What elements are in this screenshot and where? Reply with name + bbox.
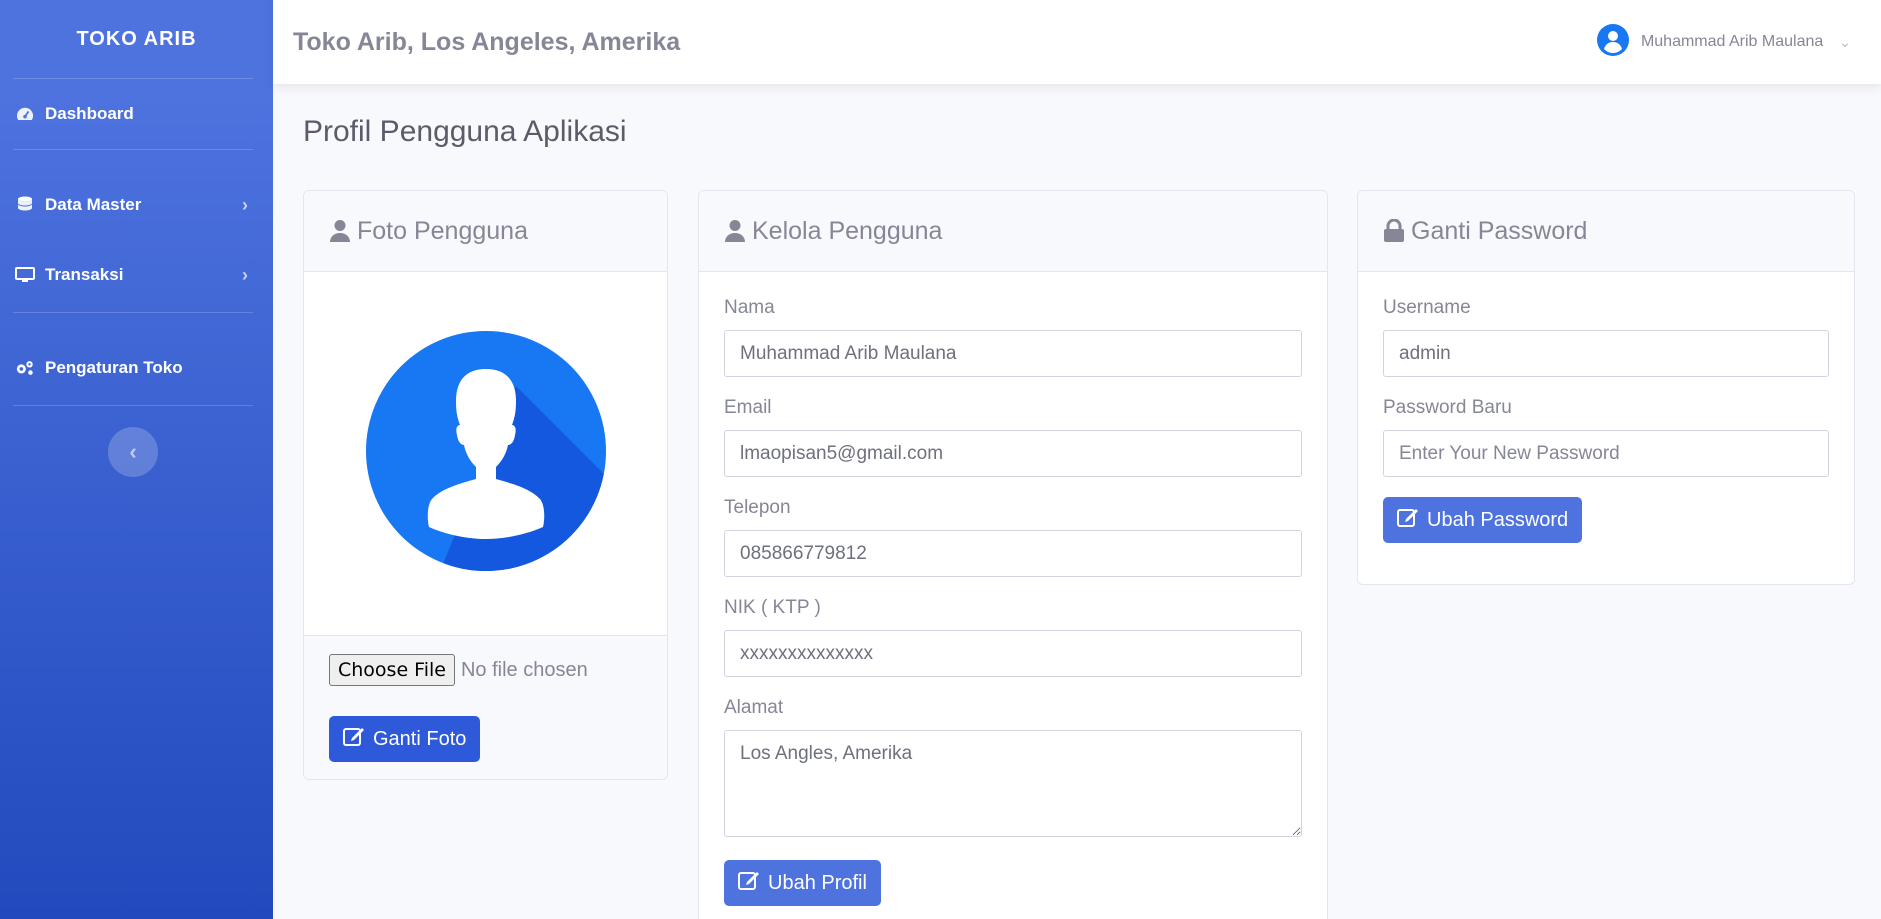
- alamat-textarea[interactable]: Los Angles, Amerika: [724, 730, 1302, 837]
- password-baru-label: Password Baru: [1383, 397, 1512, 418]
- user-dropdown[interactable]: Muhammad Arib Maulana ⌄: [1596, 23, 1851, 61]
- ubah-password-button[interactable]: Ubah Password: [1383, 497, 1583, 543]
- sidebar-item-dashboard[interactable]: Dashboard: [0, 79, 273, 149]
- chevron-down-icon: ⌄: [1839, 33, 1851, 50]
- email-input[interactable]: [724, 430, 1302, 477]
- sidebar-item-label: Data Master: [45, 195, 142, 214]
- username-label: Username: [1383, 297, 1471, 318]
- username-input[interactable]: [1383, 330, 1829, 377]
- sidebar-brand[interactable]: TOKO ARIB: [0, 0, 273, 78]
- nik-input[interactable]: [724, 630, 1302, 677]
- desktop-icon: [15, 265, 35, 285]
- file-input[interactable]: Choose File No file chosen: [329, 654, 642, 686]
- kelola-form: Nama Email Telepon NIK ( KTP ) Alamat Lo…: [699, 272, 1327, 919]
- user-avatar-image: [365, 331, 606, 576]
- cogs-icon: [15, 358, 35, 378]
- ubah-profil-button[interactable]: Ubah Profil: [724, 860, 881, 906]
- button-label: Ubah Profil: [768, 871, 867, 894]
- ganti-password-card: Ganti Password Username Password Baru Ub…: [1357, 190, 1855, 585]
- sidebar-item-label: Transaksi: [45, 265, 124, 284]
- edit-icon: [1397, 506, 1419, 534]
- alamat-label: Alamat: [724, 697, 784, 718]
- edit-icon: [738, 869, 760, 897]
- page-title: Profil Pengguna Aplikasi: [303, 115, 627, 148]
- sidebar-item-transaksi[interactable]: Transaksi ›: [0, 240, 273, 310]
- tachometer-icon: [15, 104, 35, 124]
- sidebar-item-label: Dashboard: [45, 104, 134, 123]
- sidebar-item-pengaturan-toko[interactable]: Pengaturan Toko: [0, 333, 273, 403]
- store-name: Toko Arib, Los Angeles, Amerika: [293, 27, 681, 56]
- telepon-input[interactable]: [724, 530, 1302, 577]
- card-header: Foto Pengguna: [304, 191, 667, 272]
- topbar: Toko Arib, Los Angeles, Amerika Muhammad…: [273, 0, 1881, 84]
- nama-label: Nama: [724, 297, 775, 318]
- password-form: Username Password Baru Ubah Password: [1358, 272, 1854, 568]
- telepon-label: Telepon: [724, 497, 791, 518]
- sidebar-item-label: Pengaturan Toko: [45, 358, 183, 377]
- card-title: Foto Pengguna: [357, 216, 528, 245]
- user-icon: [329, 219, 351, 243]
- password-baru-input[interactable]: [1383, 430, 1829, 477]
- button-label: Ganti Foto: [373, 727, 467, 750]
- chevron-right-icon: ›: [242, 194, 248, 215]
- chevron-right-icon: ›: [242, 264, 248, 285]
- foto-pengguna-card: Foto Pengguna Choose File No file chosen…: [303, 190, 668, 780]
- user-icon: [724, 219, 746, 243]
- database-icon: [15, 195, 35, 215]
- kelola-pengguna-card: Kelola Pengguna Nama Email Telepon NIK (…: [698, 190, 1328, 919]
- sidebar-item-data-master[interactable]: Data Master ›: [0, 170, 273, 240]
- card-header: Ganti Password: [1358, 191, 1854, 272]
- card-header: Kelola Pengguna: [699, 191, 1327, 272]
- user-avatar-icon: [1596, 23, 1629, 61]
- lock-icon: [1383, 219, 1405, 243]
- button-label: Ubah Password: [1427, 508, 1569, 531]
- sidebar: TOKO ARIB Dashboard Data Master › Transa…: [0, 0, 273, 919]
- user-name: Muhammad Arib Maulana: [1640, 33, 1824, 50]
- nama-input[interactable]: [724, 330, 1302, 377]
- nik-label: NIK ( KTP ): [724, 597, 821, 618]
- foto-footer: Choose File No file chosen Ganti Foto: [304, 636, 667, 779]
- chevron-left-icon: ‹: [129, 439, 137, 464]
- choose-file-button[interactable]: Choose File: [329, 654, 455, 686]
- avatar-container: [304, 272, 667, 636]
- sidebar-divider: [13, 405, 253, 406]
- email-label: Email: [724, 397, 772, 418]
- sidebar-toggle-button[interactable]: ‹: [108, 427, 158, 477]
- file-status: No file chosen: [460, 658, 588, 681]
- edit-icon: [343, 725, 365, 753]
- ganti-foto-button[interactable]: Ganti Foto: [329, 716, 481, 762]
- card-title: Ganti Password: [1411, 216, 1588, 245]
- card-title: Kelola Pengguna: [752, 216, 943, 245]
